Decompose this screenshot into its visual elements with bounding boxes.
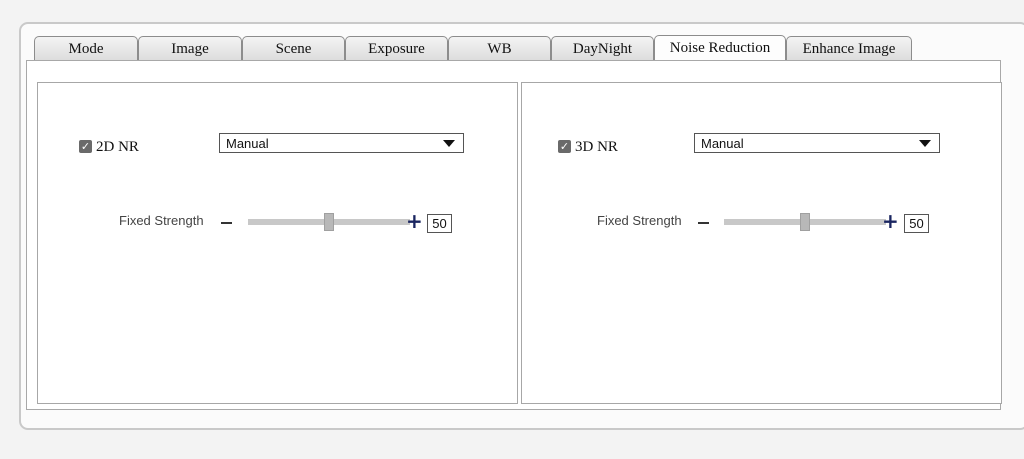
panel-3d-nr: ✓ 3D NR Manual Fixed Strength + 50 xyxy=(521,82,1002,404)
triangle-down-icon xyxy=(919,140,931,147)
tab-noise-reduction[interactable]: Noise Reduction xyxy=(654,35,786,61)
select-2d-nr-value: Manual xyxy=(226,136,269,151)
tab-exposure[interactable]: Exposure xyxy=(345,36,448,61)
panel-2d-nr: ✓ 2D NR Manual Fixed Strength + 50 xyxy=(37,82,518,404)
tab-scene[interactable]: Scene xyxy=(242,36,345,61)
checkbox-2d-nr[interactable]: ✓ xyxy=(79,140,92,153)
select-3d-nr-mode[interactable]: Manual xyxy=(694,133,940,153)
label-3d-nr: 3D NR xyxy=(575,139,618,155)
tab-enhance-image[interactable]: Enhance Image xyxy=(786,36,912,61)
label-2d-nr: 2D NR xyxy=(96,139,139,155)
plus-icon[interactable]: + xyxy=(882,211,899,231)
slider-3d-fixed-strength[interactable] xyxy=(724,213,886,231)
tab-daynight[interactable]: DayNight xyxy=(551,36,654,61)
select-2d-nr-mode[interactable]: Manual xyxy=(219,133,464,153)
plus-icon[interactable]: + xyxy=(406,211,423,231)
minus-icon[interactable] xyxy=(221,222,232,224)
minus-icon[interactable] xyxy=(698,222,709,224)
tab-image[interactable]: Image xyxy=(138,36,242,61)
select-3d-nr-value: Manual xyxy=(701,136,744,151)
tab-mode[interactable]: Mode xyxy=(34,36,138,61)
check-icon: ✓ xyxy=(559,140,570,153)
check-icon: ✓ xyxy=(80,140,91,153)
label-2d-fixed-strength: Fixed Strength xyxy=(119,213,204,228)
label-3d-fixed-strength: Fixed Strength xyxy=(597,213,682,228)
checkbox-3d-nr[interactable]: ✓ xyxy=(558,140,571,153)
slider-2d-fixed-strength[interactable] xyxy=(248,213,410,231)
slider-2d-thumb[interactable] xyxy=(324,213,334,231)
input-2d-strength-value[interactable]: 50 xyxy=(427,214,452,233)
triangle-down-icon xyxy=(443,140,455,147)
input-3d-strength-value[interactable]: 50 xyxy=(904,214,929,233)
slider-3d-thumb[interactable] xyxy=(800,213,810,231)
tab-wb[interactable]: WB xyxy=(448,36,551,61)
